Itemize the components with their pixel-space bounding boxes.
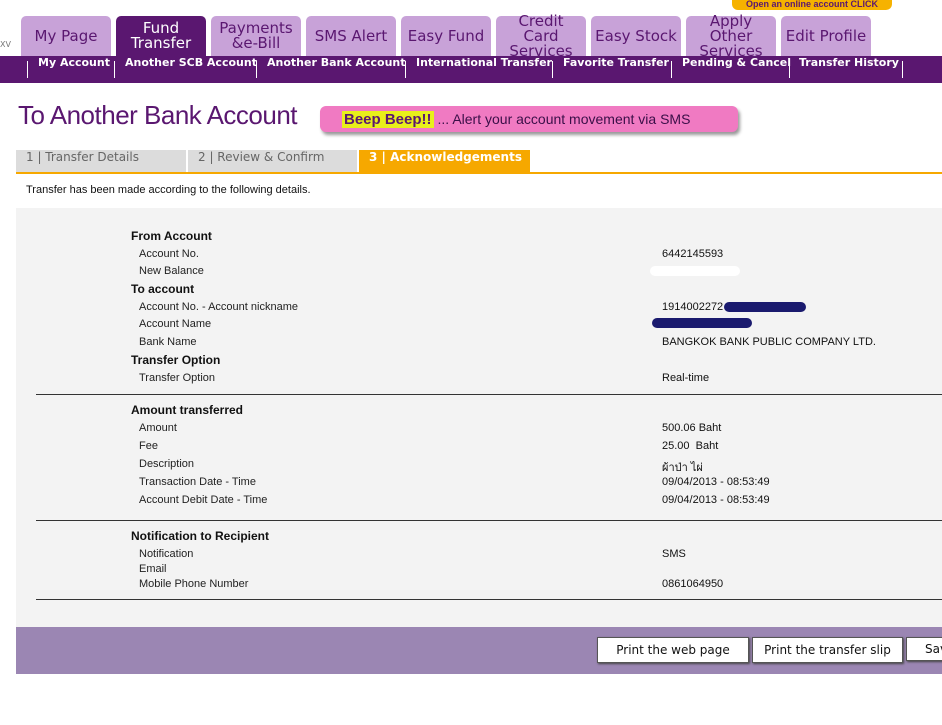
subnav-divider [114, 61, 115, 78]
tab-fund-transfer[interactable]: Fund Transfer [116, 16, 206, 56]
subnav-divider [902, 61, 903, 78]
description-value: ผ้าป่า ไผ่ [662, 462, 703, 474]
tab-edit-profile[interactable]: Edit Profile [781, 16, 871, 56]
nickname-redacted [724, 302, 806, 312]
amount-heading: Amount transferred [131, 403, 244, 417]
subnav-divider [405, 61, 406, 78]
save-button[interactable]: Save [906, 637, 942, 661]
description-label: Description [139, 458, 195, 470]
email-label: Email [139, 563, 167, 575]
fee-value: 25.00 Baht [662, 440, 719, 452]
notification-value: SMS [662, 548, 686, 560]
account-no-value: 6442145593 [662, 248, 724, 260]
print-slip-button[interactable]: Print the transfer slip [752, 637, 903, 663]
tab-payments[interactable]: Payments &e-Bill [211, 16, 301, 56]
transaction-date-value: 09/04/2013 - 08:53:49 [662, 476, 770, 488]
print-page-button[interactable]: Print the web page [597, 637, 749, 663]
section-divider [36, 599, 942, 600]
section-divider [36, 520, 942, 521]
tab-easy-fund[interactable]: Easy Fund [401, 16, 491, 56]
bank-name-label: Bank Name [139, 336, 197, 348]
step-underline [16, 172, 942, 174]
transaction-date-label: Transaction Date - Time [139, 476, 256, 488]
promo-text: Open an online account CLICK [745, 0, 878, 9]
step-review-confirm: 2 | Review & Confirm [188, 150, 357, 172]
open-account-promo[interactable]: Open an online account CLICK [732, 0, 892, 10]
transfer-option-heading: Transfer Option [131, 353, 221, 367]
account-name-redacted [652, 318, 752, 328]
step-transfer-details: 1 | Transfer Details [16, 150, 186, 172]
sub-nav: My Account Another SCB Account Another B… [0, 56, 942, 83]
subnav-divider [789, 61, 790, 78]
subnav-divider [552, 61, 553, 78]
from-account-heading: From Account [131, 229, 212, 243]
step-acknowledgements: 3 | Acknowledgements [359, 150, 530, 172]
tab-apply-other[interactable]: Apply Other Services [686, 13, 776, 58]
amount-label: Amount [139, 422, 177, 434]
account-no-label: Account No. [139, 248, 199, 260]
to-account-no-value: 1914002272 [662, 301, 724, 313]
subnav-divider [671, 61, 672, 78]
account-name-label: Account Name [139, 318, 212, 330]
subnav-divider [27, 61, 28, 78]
tab-easy-stock[interactable]: Easy Stock [591, 16, 681, 56]
to-account-heading: To account [131, 282, 195, 296]
mobile-label: Mobile Phone Number [139, 578, 249, 590]
transfer-option-label: Transfer Option [139, 372, 216, 384]
subnav-my-account[interactable]: My Account [38, 56, 110, 83]
subnav-pending-cancel[interactable]: Pending & Cancel [682, 56, 791, 83]
amount-value: 500.06 Baht [662, 422, 722, 434]
subnav-divider [256, 61, 257, 78]
mobile-value: 0861064950 [662, 578, 724, 590]
notification-heading: Notification to Recipient [131, 529, 269, 543]
sms-alert-banner[interactable]: Beep Beep!! ... Alert your account movem… [320, 106, 738, 132]
debit-date-value: 09/04/2013 - 08:53:49 [662, 494, 770, 506]
subnav-transfer-history[interactable]: Transfer History [799, 56, 899, 83]
account-nickname-label: Account No. - Account nickname [139, 301, 298, 313]
corner-label: XV [0, 40, 11, 49]
subnav-international[interactable]: International Transfer [416, 56, 552, 83]
bank-name-value: BANGKOK BANK PUBLIC COMPANY LTD. [662, 336, 876, 348]
banner-text: ... Alert your account movement via SMS [437, 111, 691, 127]
tab-sms-alert[interactable]: SMS Alert [306, 16, 396, 56]
debit-date-label: Account Debit Date - Time [139, 494, 268, 506]
subnav-another-bank[interactable]: Another Bank Account [267, 56, 406, 83]
new-balance-label: New Balance [139, 265, 204, 277]
intro-text: Transfer has been made according to the … [26, 184, 311, 196]
tab-credit-card[interactable]: Credit Card Services [496, 13, 586, 58]
subnav-another-scb[interactable]: Another SCB Account [125, 56, 257, 83]
banner-highlight: Beep Beep!! [342, 110, 434, 128]
transfer-option-value: Real-time [662, 372, 710, 384]
tab-my-page[interactable]: My Page [21, 16, 111, 56]
page-title: To Another Bank Account [18, 100, 298, 130]
section-divider [36, 394, 942, 395]
new-balance-redacted [650, 266, 740, 276]
subnav-favorite[interactable]: Favorite Transfer [563, 56, 669, 83]
notification-label: Notification [139, 548, 194, 560]
fee-label: Fee [139, 440, 158, 452]
